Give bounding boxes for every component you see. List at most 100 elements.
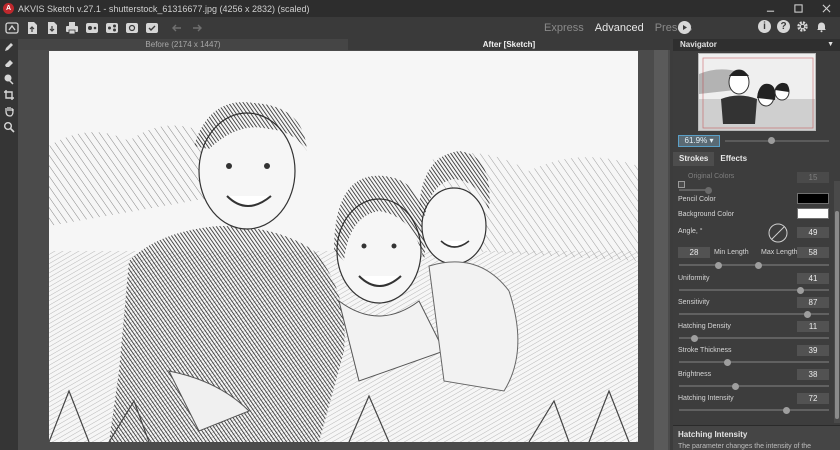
background-color-swatch[interactable] [797, 208, 829, 219]
navigator-title: Navigator [680, 40, 717, 49]
hatching-density-track[interactable] [679, 337, 829, 339]
uniformity-track[interactable] [679, 289, 829, 291]
param-angle: Angle, ° 49 [673, 223, 833, 245]
hatching-density-label: Hatching Density [678, 323, 731, 330]
hatching-intensity-label: Hatching Intensity [678, 395, 734, 402]
zoom-slider-knob[interactable] [768, 137, 775, 144]
angle-value[interactable]: 49 [797, 227, 829, 238]
hatching-density-value[interactable]: 11 [797, 321, 829, 332]
mode-advanced[interactable]: Advanced [595, 22, 644, 34]
length-range-track[interactable] [679, 264, 829, 266]
tab-effects[interactable]: Effects [714, 152, 753, 166]
gear-icon[interactable] [796, 20, 809, 33]
sensitivity-knob[interactable] [804, 311, 811, 318]
notifications-icon[interactable] [815, 20, 828, 33]
pencil-tool[interactable] [0, 39, 18, 55]
crop-tool[interactable] [0, 87, 18, 103]
min-length-knob[interactable] [715, 262, 722, 269]
title-bar: A AKVIS Sketch v.27.1 - shutterstock_613… [0, 0, 840, 17]
minimize-icon [766, 10, 774, 12]
param-hatching-intensity: Hatching Intensity 72 [673, 393, 833, 415]
brush-tool[interactable] [0, 71, 18, 87]
tab-before[interactable]: Before (2174 x 1447) [18, 39, 348, 50]
original-colors-checkbox[interactable] [678, 181, 685, 188]
uniformity-knob[interactable] [797, 287, 804, 294]
param-hatching-density: Hatching Density 11 [673, 321, 833, 343]
before-after-tabs: Before (2174 x 1447) After [Sketch] [18, 39, 670, 50]
open-file-button[interactable] [23, 19, 41, 37]
info-icon[interactable]: i [758, 20, 771, 33]
panel-scrollbar[interactable] [834, 181, 840, 423]
hatching-intensity-value[interactable]: 72 [797, 393, 829, 404]
brush-icon [4, 74, 14, 85]
plugin-settings-button[interactable] [123, 19, 141, 37]
zoom-slider-track[interactable] [725, 140, 829, 142]
settings-panel: Navigator ▼ 61.9% ▾ Strokes Effects Orig… [673, 39, 840, 450]
min-length-value[interactable]: 28 [678, 247, 710, 258]
param-length: 28 Min Length Max Length 58 [673, 247, 833, 271]
eraser-icon [5, 60, 13, 67]
angle-dial-icon[interactable] [768, 223, 788, 243]
canvas-scrollbar[interactable] [654, 50, 668, 450]
max-length-value[interactable]: 58 [797, 247, 829, 258]
brightness-knob[interactable] [732, 383, 739, 390]
sketch-illustration [49, 102, 638, 442]
strokes-parameters: Original Colors 15 Pencil Color Backgrou… [673, 167, 833, 425]
tab-strokes[interactable]: Strokes [673, 152, 715, 166]
sketch-image[interactable] [49, 51, 638, 442]
minimize-button[interactable] [756, 0, 784, 17]
stroke-thickness-knob[interactable] [724, 359, 731, 366]
redo-icon [193, 24, 202, 32]
param-background-color: Background Color [673, 208, 833, 222]
param-sensitivity: Sensitivity 87 [673, 297, 833, 319]
hatching-intensity-track[interactable] [679, 409, 829, 411]
param-original-colors: Original Colors 15 [673, 171, 833, 194]
magnifier-icon [4, 122, 15, 133]
zoom-dropdown[interactable]: 61.9% ▾ [678, 135, 720, 147]
tab-after[interactable]: After [Sketch] [348, 39, 670, 50]
mode-express[interactable]: Express [544, 22, 584, 34]
help-icon[interactable]: ? [777, 20, 790, 33]
maximize-button[interactable] [784, 0, 812, 17]
param-pencil-color: Pencil Color [673, 193, 833, 207]
print-button[interactable] [63, 19, 81, 37]
batch-button[interactable] [83, 19, 101, 37]
help-title: Hatching Intensity [678, 430, 748, 439]
panel-scrollbar-thumb[interactable] [835, 211, 839, 419]
hatching-density-knob[interactable] [691, 335, 698, 342]
uniformity-label: Uniformity [678, 275, 710, 282]
help-panel: Hatching Intensity The parameter changes… [673, 425, 840, 450]
navigator-thumbnail[interactable] [698, 53, 816, 131]
home-button[interactable] [3, 19, 21, 37]
print-icon [66, 22, 78, 35]
close-button[interactable] [812, 0, 840, 17]
logo-letter: A [5, 5, 12, 12]
zoom-row: 61.9% ▾ [673, 134, 840, 148]
zoom-tool[interactable] [0, 119, 18, 135]
apply-button[interactable] [143, 19, 161, 37]
save-button[interactable] [43, 19, 61, 37]
brightness-value[interactable]: 38 [797, 369, 829, 380]
navigator-header[interactable]: Navigator ▼ [673, 39, 840, 51]
background-color-label: Background Color [678, 211, 735, 218]
pencil-color-swatch[interactable] [797, 193, 829, 204]
undo-button[interactable] [168, 19, 186, 37]
stroke-thickness-track[interactable] [679, 361, 829, 363]
original-colors-label: Original Colors [688, 173, 735, 180]
hand-icon [5, 107, 14, 117]
share-button[interactable] [103, 19, 121, 37]
hand-tool[interactable] [0, 103, 18, 119]
eraser-tool[interactable] [0, 55, 18, 71]
panel-tabs: Strokes Effects [673, 152, 840, 166]
hatching-intensity-knob[interactable] [783, 407, 790, 414]
sensitivity-value[interactable]: 87 [797, 297, 829, 308]
original-colors-value[interactable]: 15 [797, 172, 829, 183]
brightness-track[interactable] [679, 385, 829, 387]
max-length-knob[interactable] [755, 262, 762, 269]
param-uniformity: Uniformity 41 [673, 273, 833, 295]
chevron-down-icon[interactable]: ▼ [827, 39, 834, 51]
stroke-thickness-value[interactable]: 39 [797, 345, 829, 356]
uniformity-value[interactable]: 41 [797, 273, 829, 284]
redo-button[interactable] [188, 19, 206, 37]
run-button[interactable] [678, 21, 691, 34]
